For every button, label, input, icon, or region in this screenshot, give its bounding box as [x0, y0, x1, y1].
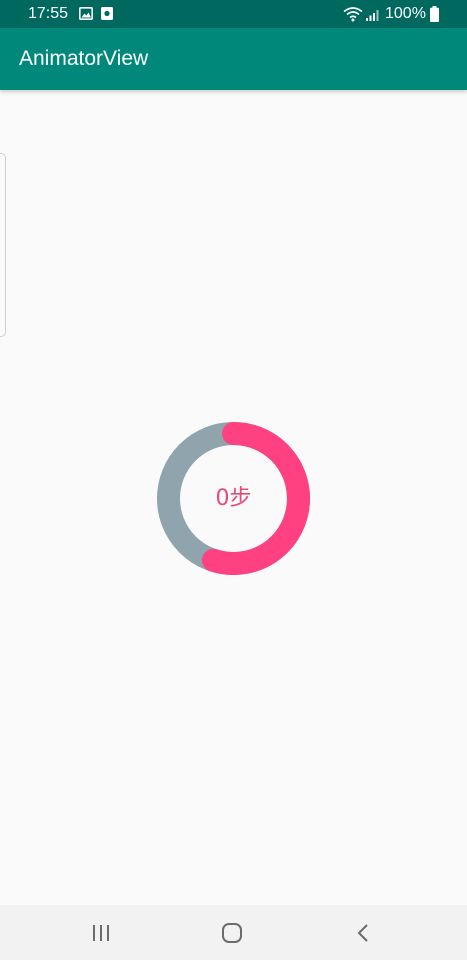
status-bar: 17:55 100% — [0, 0, 467, 28]
app-title: AnimatorView — [19, 47, 149, 70]
status-time: 17:55 — [28, 5, 69, 22]
step-ring: 0步 — [157, 422, 310, 575]
screen: 17:55 100% AnimatorView 0步 — [0, 0, 467, 960]
gallery-icon — [79, 7, 93, 20]
side-panel-edge[interactable] — [0, 153, 6, 337]
sim-icon — [101, 7, 113, 20]
back-icon[interactable] — [354, 922, 372, 944]
signal-icon — [366, 10, 379, 21]
app-bar: AnimatorView — [0, 28, 467, 90]
battery-percent: 100% — [385, 5, 426, 22]
home-icon[interactable] — [221, 922, 243, 944]
step-count-label: 0步 — [215, 486, 252, 511]
battery-icon — [430, 6, 439, 22]
wifi-icon — [343, 7, 363, 22]
navigation-bar — [0, 905, 467, 960]
recents-icon[interactable] — [91, 923, 111, 943]
